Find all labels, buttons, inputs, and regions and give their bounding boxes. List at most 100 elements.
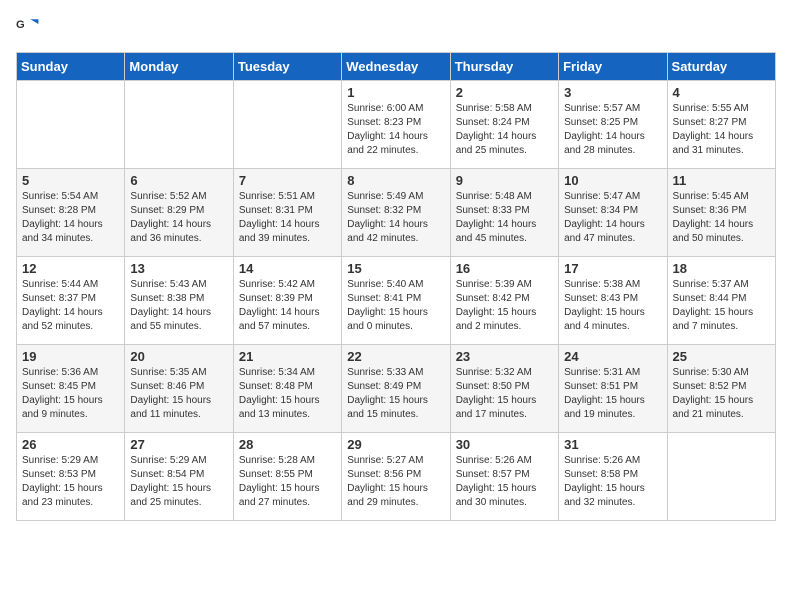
day-info: Sunrise: 5:57 AM Sunset: 8:25 PM Dayligh… xyxy=(564,102,661,158)
logo-icon: G xyxy=(16,16,40,40)
day-number: 15 xyxy=(347,261,444,276)
day-number: 17 xyxy=(564,261,661,276)
day-info: Sunrise: 5:47 AM Sunset: 8:34 PM Dayligh… xyxy=(564,190,661,246)
calendar-cell: 6Sunrise: 5:52 AM Sunset: 8:29 PM Daylig… xyxy=(125,169,233,257)
page-header: G xyxy=(16,16,776,40)
calendar-cell: 2Sunrise: 5:58 AM Sunset: 8:24 PM Daylig… xyxy=(450,81,558,169)
day-info: Sunrise: 5:26 AM Sunset: 8:58 PM Dayligh… xyxy=(564,454,661,510)
day-info: Sunrise: 5:32 AM Sunset: 8:50 PM Dayligh… xyxy=(456,366,553,422)
day-info: Sunrise: 5:49 AM Sunset: 8:32 PM Dayligh… xyxy=(347,190,444,246)
day-info: Sunrise: 5:38 AM Sunset: 8:43 PM Dayligh… xyxy=(564,278,661,334)
calendar-cell: 8 Sunrise: 5:49 AM Sunset: 8:32 PM Daylig… xyxy=(342,169,450,257)
day-info: Sunrise: 5:44 AM Sunset: 8:37 PM Dayligh… xyxy=(22,278,119,334)
calendar-cell: 4 Sunrise: 5:55 AM Sunset: 8:27 PM Daylig… xyxy=(667,81,775,169)
day-info: Sunrise: 5:30 AM Sunset: 8:52 PM Dayligh… xyxy=(673,366,770,422)
day-info: Sunrise: 5:36 AM Sunset: 8:45 PM Dayligh… xyxy=(22,366,119,422)
day-number: 14 xyxy=(239,261,336,276)
calendar-header-sunday: Sunday xyxy=(17,53,125,81)
calendar-week-3: 19 Sunrise: 5:36 AM Sunset: 8:45 PM Dayli… xyxy=(17,345,776,433)
calendar-cell: 5 Sunrise: 5:54 AM Sunset: 8:28 PM Daylig… xyxy=(17,169,125,257)
calendar-header-saturday: Saturday xyxy=(667,53,775,81)
day-number: 23 xyxy=(456,349,553,364)
calendar-cell xyxy=(125,81,233,169)
day-number: 28 xyxy=(239,437,336,452)
day-info: Sunrise: 5:40 AM Sunset: 8:41 PM Dayligh… xyxy=(347,278,444,334)
calendar-cell: 29 Sunrise: 5:27 AM Sunset: 8:56 PM Dayli… xyxy=(342,433,450,521)
day-number: 21 xyxy=(239,349,336,364)
calendar-cell: 13Sunrise: 5:43 AM Sunset: 8:38 PM Dayli… xyxy=(125,257,233,345)
day-number: 8 xyxy=(347,173,444,188)
calendar-cell: 16 Sunrise: 5:39 AM Sunset: 8:42 PM Dayli… xyxy=(450,257,558,345)
day-info: Sunrise: 5:27 AM Sunset: 8:56 PM Dayligh… xyxy=(347,454,444,510)
day-info: Sunrise: 5:34 AM Sunset: 8:48 PM Dayligh… xyxy=(239,366,336,422)
day-info: Sunrise: 5:29 AM Sunset: 8:54 PM Dayligh… xyxy=(130,454,227,510)
calendar-cell: 26 Sunrise: 5:29 AM Sunset: 8:53 PM Dayli… xyxy=(17,433,125,521)
calendar-cell xyxy=(667,433,775,521)
day-number: 16 xyxy=(456,261,553,276)
day-info: Sunrise: 5:26 AM Sunset: 8:57 PM Dayligh… xyxy=(456,454,553,510)
calendar-header-row: SundayMondayTuesdayWednesdayThursdayFrid… xyxy=(17,53,776,81)
calendar-cell xyxy=(233,81,341,169)
calendar-table: SundayMondayTuesdayWednesdayThursdayFrid… xyxy=(16,52,776,521)
calendar-cell: 9 Sunrise: 5:48 AM Sunset: 8:33 PM Daylig… xyxy=(450,169,558,257)
day-number: 7 xyxy=(239,173,336,188)
calendar-cell: 28 Sunrise: 5:28 AM Sunset: 8:55 PM Dayli… xyxy=(233,433,341,521)
day-info: Sunrise: 5:33 AM Sunset: 8:49 PM Dayligh… xyxy=(347,366,444,422)
calendar-week-1: 5 Sunrise: 5:54 AM Sunset: 8:28 PM Daylig… xyxy=(17,169,776,257)
calendar-cell: 18Sunrise: 5:37 AM Sunset: 8:44 PM Dayli… xyxy=(667,257,775,345)
day-info: Sunrise: 6:00 AM Sunset: 8:23 PM Dayligh… xyxy=(347,102,444,158)
calendar-cell: 19 Sunrise: 5:36 AM Sunset: 8:45 PM Dayli… xyxy=(17,345,125,433)
calendar-header-monday: Monday xyxy=(125,53,233,81)
calendar-cell: 24 Sunrise: 5:31 AM Sunset: 8:51 PM Dayli… xyxy=(559,345,667,433)
day-number: 18 xyxy=(673,261,770,276)
calendar-header-friday: Friday xyxy=(559,53,667,81)
calendar-week-4: 26 Sunrise: 5:29 AM Sunset: 8:53 PM Dayli… xyxy=(17,433,776,521)
day-number: 12 xyxy=(22,261,119,276)
day-info: Sunrise: 5:54 AM Sunset: 8:28 PM Dayligh… xyxy=(22,190,119,246)
day-info: Sunrise: 5:29 AM Sunset: 8:53 PM Dayligh… xyxy=(22,454,119,510)
day-number: 5 xyxy=(22,173,119,188)
calendar-cell: 11Sunrise: 5:45 AM Sunset: 8:36 PM Dayli… xyxy=(667,169,775,257)
calendar-week-0: 1 Sunrise: 6:00 AM Sunset: 8:23 PM Daylig… xyxy=(17,81,776,169)
day-number: 19 xyxy=(22,349,119,364)
day-info: Sunrise: 5:31 AM Sunset: 8:51 PM Dayligh… xyxy=(564,366,661,422)
day-number: 29 xyxy=(347,437,444,452)
day-number: 30 xyxy=(456,437,553,452)
calendar-cell: 14 Sunrise: 5:42 AM Sunset: 8:39 PM Dayli… xyxy=(233,257,341,345)
calendar-cell: 1 Sunrise: 6:00 AM Sunset: 8:23 PM Daylig… xyxy=(342,81,450,169)
day-number: 26 xyxy=(22,437,119,452)
calendar-cell xyxy=(17,81,125,169)
calendar-header-thursday: Thursday xyxy=(450,53,558,81)
logo: G xyxy=(16,16,44,40)
day-number: 9 xyxy=(456,173,553,188)
day-info: Sunrise: 5:48 AM Sunset: 8:33 PM Dayligh… xyxy=(456,190,553,246)
calendar-header-tuesday: Tuesday xyxy=(233,53,341,81)
day-number: 4 xyxy=(673,85,770,100)
calendar-body: 1 Sunrise: 6:00 AM Sunset: 8:23 PM Daylig… xyxy=(17,81,776,521)
day-number: 22 xyxy=(347,349,444,364)
day-number: 31 xyxy=(564,437,661,452)
day-number: 10 xyxy=(564,173,661,188)
calendar-cell: 30 Sunrise: 5:26 AM Sunset: 8:57 PM Dayli… xyxy=(450,433,558,521)
calendar-cell: 12 Sunrise: 5:44 AM Sunset: 8:37 PM Dayli… xyxy=(17,257,125,345)
day-info: Sunrise: 5:45 AM Sunset: 8:36 PM Dayligh… xyxy=(673,190,770,246)
calendar-cell: 25 Sunrise: 5:30 AM Sunset: 8:52 PM Dayli… xyxy=(667,345,775,433)
day-number: 25 xyxy=(673,349,770,364)
day-number: 20 xyxy=(130,349,227,364)
calendar-cell: 10 Sunrise: 5:47 AM Sunset: 8:34 PM Dayli… xyxy=(559,169,667,257)
day-info: Sunrise: 5:51 AM Sunset: 8:31 PM Dayligh… xyxy=(239,190,336,246)
calendar-cell: 15 Sunrise: 5:40 AM Sunset: 8:41 PM Dayli… xyxy=(342,257,450,345)
calendar-week-2: 12 Sunrise: 5:44 AM Sunset: 8:37 PM Dayli… xyxy=(17,257,776,345)
calendar-cell: 17 Sunrise: 5:38 AM Sunset: 8:43 PM Dayli… xyxy=(559,257,667,345)
day-info: Sunrise: 5:55 AM Sunset: 8:27 PM Dayligh… xyxy=(673,102,770,158)
calendar-cell: 21 Sunrise: 5:34 AM Sunset: 8:48 PM Dayli… xyxy=(233,345,341,433)
day-number: 24 xyxy=(564,349,661,364)
day-info: Sunrise: 5:28 AM Sunset: 8:55 PM Dayligh… xyxy=(239,454,336,510)
calendar-cell: 20Sunrise: 5:35 AM Sunset: 8:46 PM Dayli… xyxy=(125,345,233,433)
svg-text:G: G xyxy=(16,19,25,31)
day-info: Sunrise: 5:39 AM Sunset: 8:42 PM Dayligh… xyxy=(456,278,553,334)
day-info: Sunrise: 5:58 AM Sunset: 8:24 PM Dayligh… xyxy=(456,102,553,158)
day-info: Sunrise: 5:42 AM Sunset: 8:39 PM Dayligh… xyxy=(239,278,336,334)
calendar-cell: 22 Sunrise: 5:33 AM Sunset: 8:49 PM Dayli… xyxy=(342,345,450,433)
day-number: 1 xyxy=(347,85,444,100)
